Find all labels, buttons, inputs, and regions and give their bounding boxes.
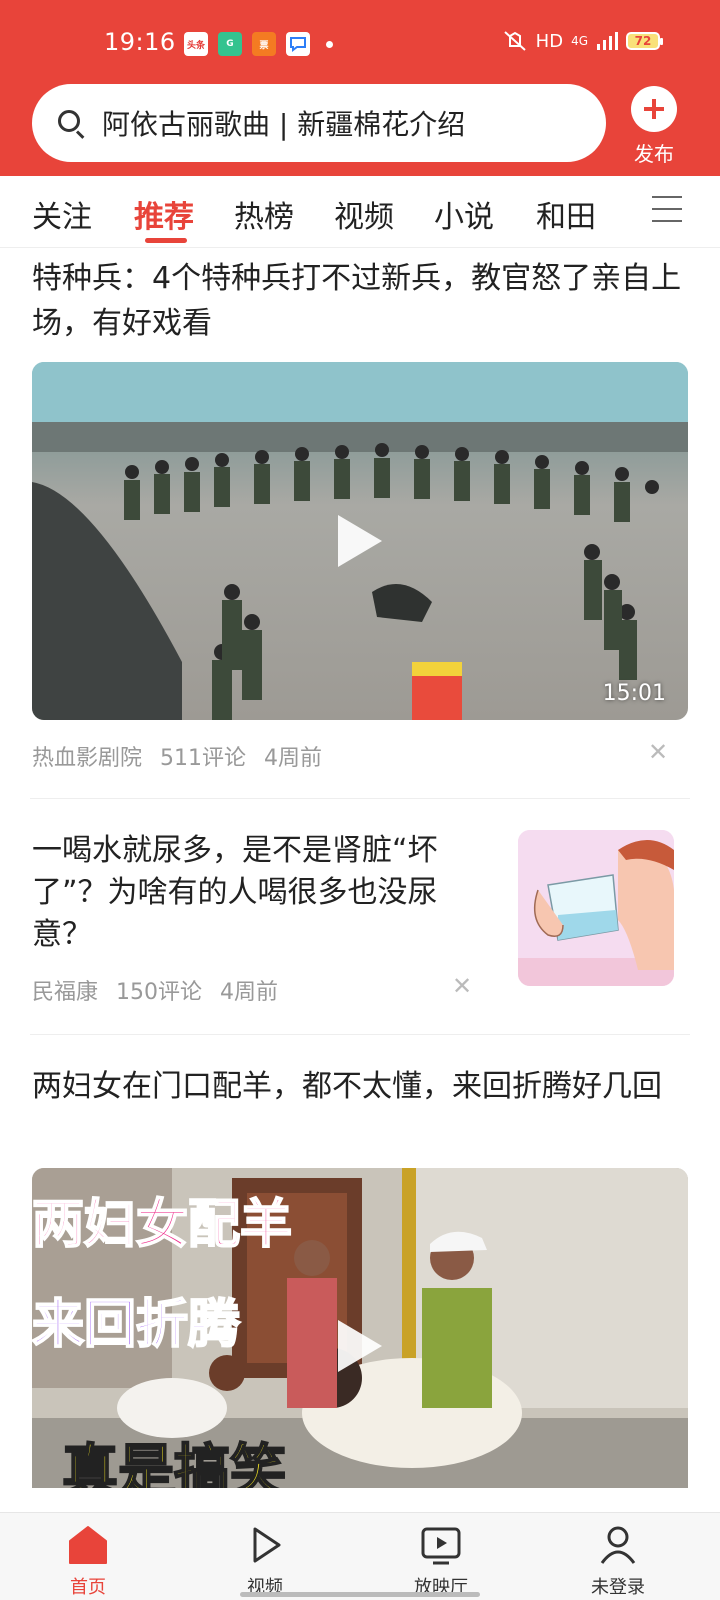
nav-profile-label: 未登录 bbox=[591, 1577, 645, 1598]
tab-recommend[interactable]: 推荐 bbox=[134, 192, 194, 236]
vibrate-mute-icon bbox=[503, 31, 526, 51]
more-notifications-dot-icon bbox=[326, 40, 333, 48]
nav-theater[interactable]: 放映厅 bbox=[391, 1523, 491, 1599]
app-green-icon: G bbox=[218, 32, 242, 56]
article-source: 民福康 bbox=[32, 980, 99, 1005]
article-time: 4周前 bbox=[264, 746, 323, 771]
signal-label: 4G bbox=[571, 34, 588, 48]
active-tab-indicator bbox=[145, 238, 187, 243]
feed-divider bbox=[30, 798, 690, 799]
publish-label: 发布 bbox=[634, 142, 674, 166]
channel-menu-icon[interactable] bbox=[652, 196, 682, 224]
nav-home-label: 首页 bbox=[70, 1577, 106, 1598]
article-title[interactable]: 特种兵：4个特种兵打不过新兵，教官怒了亲自上场，有好戏看 bbox=[32, 256, 692, 346]
article-source: 热血影剧院 bbox=[32, 746, 143, 771]
home-gesture-bar[interactable] bbox=[240, 1592, 480, 1597]
nav-home[interactable]: 首页 bbox=[38, 1523, 138, 1599]
battery-icon: 72 bbox=[626, 32, 663, 50]
tab-follow[interactable]: 关注 bbox=[32, 192, 92, 236]
status-time: 19:16 bbox=[104, 28, 176, 56]
article-time: 4周前 bbox=[220, 980, 279, 1005]
article-title[interactable]: 两妇女在门口配羊，都不太懂，来回折腾好几回 bbox=[32, 1064, 692, 1109]
article-comments: 150评论 bbox=[116, 980, 203, 1005]
video-duration: 15:01 bbox=[602, 681, 666, 706]
overlay-caption-line2: 来回折腾 bbox=[32, 1294, 241, 1356]
search-suggestion-text: 阿依古丽歌曲 | 新疆棉花介绍 bbox=[102, 108, 466, 141]
chat-bubble-icon bbox=[286, 32, 310, 56]
video-thumbnail[interactable]: 两妇女配羊 来回折腾 真是搞笑 bbox=[32, 1168, 688, 1488]
home-icon bbox=[38, 1523, 138, 1567]
tv-play-icon bbox=[391, 1523, 491, 1567]
plus-icon bbox=[631, 86, 677, 132]
publish-button[interactable]: 发布 bbox=[626, 86, 682, 167]
tab-hetian[interactable]: 和田 bbox=[536, 192, 596, 236]
hd-indicator: HD bbox=[535, 30, 564, 52]
search-bar[interactable]: 阿依古丽歌曲 | 新疆棉花介绍 bbox=[32, 84, 606, 162]
header: 19:16 头条 G 票 HD 4G 72 阿依古丽歌曲 | 新疆棉花介绍 发布 bbox=[0, 0, 720, 176]
play-icon[interactable] bbox=[338, 515, 382, 567]
article-title[interactable]: 一喝水就尿多，是不是肾脏“坏了”？为啥有的人喝很多也没尿意？ bbox=[32, 830, 472, 956]
system-status: HD 4G 72 bbox=[502, 30, 663, 52]
tab-novel[interactable]: 小说 bbox=[434, 192, 494, 236]
notification-icons: 头条 G 票 bbox=[184, 32, 333, 56]
article-meta: 民福康 150评论 4周前 bbox=[32, 974, 278, 1006]
signal-bars-icon bbox=[597, 32, 618, 50]
play-triangle-icon bbox=[215, 1523, 315, 1567]
channel-tabs: 关注 推荐 热榜 视频 小说 和田 bbox=[0, 176, 720, 248]
toutiao-icon: 头条 bbox=[184, 32, 208, 56]
drinking-water-illustration bbox=[518, 830, 674, 986]
article-comments: 511评论 bbox=[160, 746, 247, 771]
play-icon[interactable] bbox=[338, 1320, 382, 1372]
video-thumbnail[interactable]: 15:01 bbox=[32, 362, 688, 720]
dismiss-close-icon[interactable]: ✕ bbox=[648, 738, 668, 766]
tab-video[interactable]: 视频 bbox=[334, 192, 394, 236]
ticket-app-icon: 票 bbox=[252, 32, 276, 56]
search-icon bbox=[56, 108, 86, 139]
user-icon bbox=[568, 1523, 668, 1567]
feed-divider bbox=[30, 1034, 690, 1035]
overlay-caption-line3: 真是搞笑 bbox=[61, 1438, 287, 1488]
nav-profile[interactable]: 未登录 bbox=[568, 1523, 668, 1599]
tab-hot[interactable]: 热榜 bbox=[234, 192, 294, 236]
dismiss-close-icon[interactable]: ✕ bbox=[452, 972, 472, 1000]
article-meta: 热血影剧院 511评论 4周前 bbox=[32, 740, 322, 772]
nav-video[interactable]: 视频 bbox=[215, 1523, 315, 1599]
status-bar: 19:16 头条 G 票 HD 4G 72 bbox=[0, 0, 720, 88]
article-thumbnail[interactable] bbox=[518, 830, 674, 986]
bottom-navigation: 首页 视频 放映厅 未登录 bbox=[0, 1512, 720, 1600]
overlay-caption-line1: 两妇女配羊 bbox=[32, 1194, 293, 1256]
